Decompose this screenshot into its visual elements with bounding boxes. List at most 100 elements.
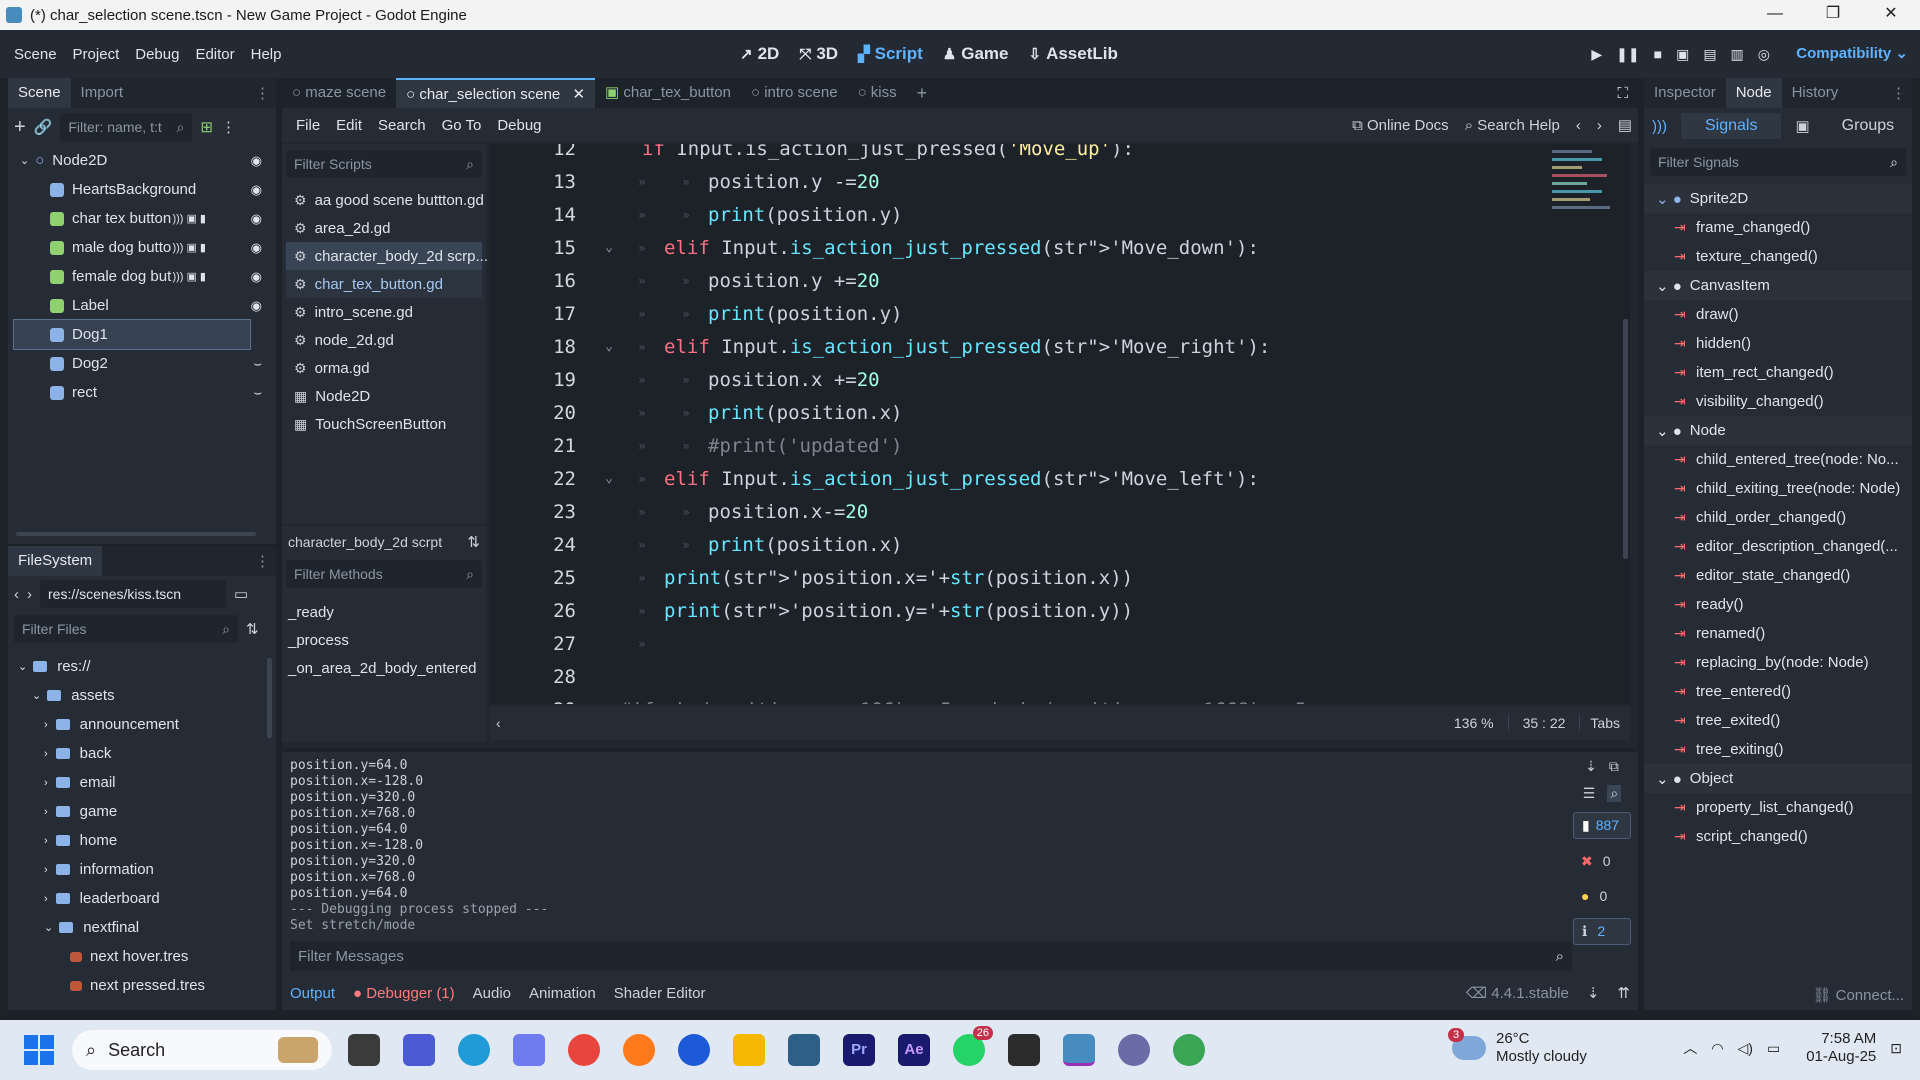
line-number[interactable]: 29 [490,699,576,705]
copilot-icon[interactable] [513,1034,545,1066]
signal-item[interactable]: editor_description_changed(... [1644,532,1912,561]
pause-icon[interactable]: ❚❚ [1616,46,1639,63]
vertical-scrollbar[interactable] [1623,319,1628,559]
tree-item-rect[interactable]: rect ⌣ [14,378,276,407]
script-menu-edit[interactable]: Edit [328,117,370,134]
godot-icon[interactable] [1063,1034,1095,1066]
script-item[interactable]: ⚙ char_tex_button.gd [286,270,482,298]
play-icon[interactable]: ▶ [1591,46,1602,63]
tab-intro-scene[interactable]: ○ intro scene [741,78,848,108]
scene-filter-input[interactable]: Filter: name, t:t ⌕ [60,113,193,141]
tree-item-label[interactable]: Label ◉ [14,291,276,320]
tab-debugger[interactable]: ● Debugger (1) [353,985,455,1002]
signal-section-object[interactable]: ⌄ ● Object [1644,764,1912,793]
new-tab-icon[interactable]: + [907,78,938,108]
stop-icon[interactable]: ■ [1654,46,1662,62]
script-item[interactable]: ▦ Node2D [286,382,482,410]
signal-item[interactable]: replacing_by(node: Node) [1644,648,1912,677]
scene-options-icon[interactable]: ⋮ [221,118,236,136]
tab-import[interactable]: Import [71,78,134,108]
signal-item[interactable]: editor_state_changed() [1644,561,1912,590]
renderer-select[interactable]: Compatibility ⌄ [1796,44,1908,62]
method-item[interactable]: _process [288,626,480,654]
line-number[interactable]: 25 [490,567,576,589]
tab-scene[interactable]: Scene [8,78,71,108]
file-item[interactable]: › announcement [8,710,276,739]
wifi-icon[interactable]: ◠ [1711,1040,1723,1057]
file-item[interactable]: ⌄ assets [8,681,276,710]
expand-panel-icon[interactable]: ⇈ [1617,984,1630,1002]
script-item[interactable]: ⚙ intro_scene.gd [286,298,482,326]
menu-debug[interactable]: Debug [127,46,187,63]
vertical-scrollbar[interactable] [267,658,272,738]
line-number[interactable]: 14 [490,204,576,226]
tree-item-heartsbackground[interactable]: HeartsBackground ◉ [14,175,276,204]
line-number[interactable]: 28 [490,666,576,688]
tab-groups[interactable]: Groups [1824,113,1912,139]
script-item[interactable]: ⚙ character_body_2d scrp... [286,242,488,270]
signal-item[interactable]: draw() [1644,300,1912,329]
horizontal-scrollbar[interactable] [16,532,256,536]
file-item[interactable]: › email [8,768,276,797]
zoom-level[interactable]: 136 % [1440,715,1509,731]
line-number[interactable]: 24 [490,534,576,556]
line-number[interactable]: 26 [490,600,576,622]
sort-icon[interactable]: ⇅ [467,533,480,551]
filter-signals-input[interactable]: Filter Signals ⌕ [1650,148,1906,176]
back-icon[interactable]: ‹ [14,586,19,603]
script-menu-file[interactable]: File [288,117,328,134]
copy-icon[interactable]: ⧉ [1609,758,1619,775]
collapse-dupes-icon[interactable]: ☰ [1583,785,1596,802]
file-item[interactable]: › leaderboard [8,884,276,913]
tab-animation[interactable]: Animation [529,985,596,1002]
menu-scene[interactable]: Scene [6,46,65,63]
file-item[interactable]: › back [8,739,276,768]
premiere-icon[interactable]: Pr [843,1034,875,1066]
visibility-eye-icon[interactable]: ◉ [251,182,262,198]
signal-section-canvasitem[interactable]: ⌄ ● CanvasItem [1644,271,1912,300]
whatsapp-icon[interactable]: 26 [953,1026,993,1066]
signal-item[interactable]: tree_exiting() [1644,735,1912,764]
tab-char-tex-button[interactable]: ▣ char_tex_button [595,78,741,108]
script-item[interactable]: ⚙ aa good scene buttton.gd [286,186,484,214]
messages-filter-button[interactable]: ▮ 887 [1573,812,1631,839]
tree-item-male-dog-button[interactable]: male dog butto))) ▣ ▮ ◉ [14,233,276,262]
workspace-2d-button[interactable]: ↗ 2D [740,44,779,64]
warnings-filter-button[interactable]: ● 0 [1573,884,1631,908]
workspace-game-button[interactable]: ♟ Game [943,44,1009,64]
eye-closed-icon[interactable]: ⌣ [253,356,262,372]
signal-icon[interactable]: ))) ▣ ▮ [172,241,206,254]
file-explorer-icon[interactable] [733,1034,765,1066]
signal-item[interactable]: frame_changed() [1644,213,1912,242]
method-item[interactable]: _on_area_2d_body_entered [288,654,480,682]
signal-icon[interactable]: ))) ▣ ▮ [172,270,206,283]
volume-icon[interactable]: ◁) [1738,1040,1753,1057]
workspace-script-button[interactable]: ▞ Script [858,44,923,64]
line-number[interactable]: 22 [490,468,576,490]
sort-icon[interactable]: ⇅ [246,620,259,638]
tab-output[interactable]: Output [290,985,335,1002]
tab-history[interactable]: History [1782,78,1849,108]
menu-project[interactable]: Project [65,46,128,63]
eye-closed-icon[interactable]: ⌣ [253,385,262,401]
next-script-icon[interactable]: › [1597,117,1602,134]
visibility-eye-icon[interactable]: ◉ [251,298,262,314]
visibility-eye-icon[interactable]: ◉ [251,211,262,227]
signal-item[interactable]: renamed() [1644,619,1912,648]
app-icon[interactable] [678,1034,710,1066]
tab-shader-editor[interactable]: Shader Editor [614,985,706,1002]
collapse-icon[interactable]: ‹ [496,715,501,731]
script-menu-debug[interactable]: Debug [489,117,549,134]
tab-maze-scene[interactable]: ○ maze scene [282,78,396,108]
line-number[interactable]: 17 [490,303,576,325]
tab-node[interactable]: Node [1725,78,1782,108]
after-effects-icon[interactable]: Ae [898,1034,930,1066]
signal-item[interactable]: hidden() [1644,329,1912,358]
line-number[interactable]: 23 [490,501,576,523]
link-icon[interactable]: 🔗 [34,118,53,136]
script-item[interactable]: ⚙ area_2d.gd [286,214,482,242]
signal-item[interactable]: property_list_changed() [1644,793,1912,822]
file-item[interactable]: › home [8,826,276,855]
minimize-icon[interactable]: — [1746,0,1804,30]
signal-item[interactable]: tree_exited() [1644,706,1912,735]
